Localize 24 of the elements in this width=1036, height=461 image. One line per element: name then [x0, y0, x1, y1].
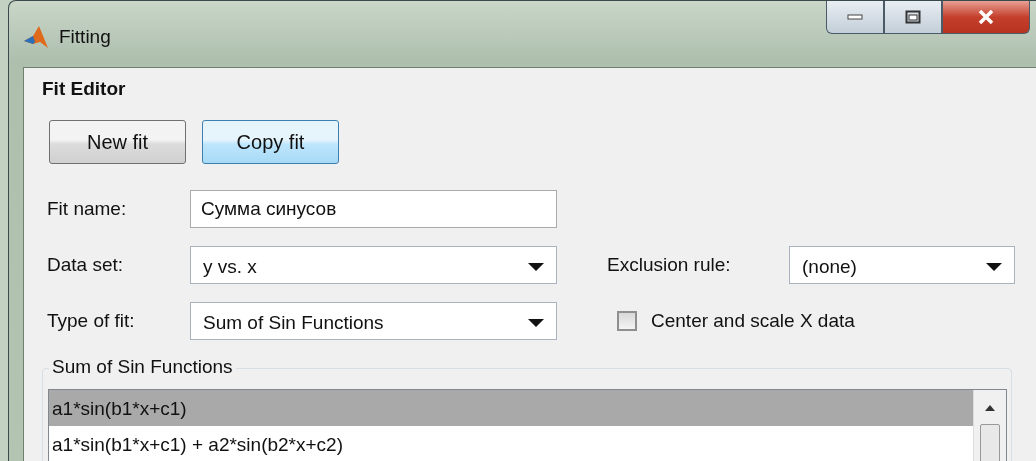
field-label: Type of fit:: [47, 310, 136, 332]
list-item[interactable]: a1*sin(b1*x+c1): [49, 390, 973, 426]
field-label: Exclusion rule:: [607, 254, 732, 276]
close-button[interactable]: [942, 1, 1030, 34]
data-set-dropdown[interactable]: y vs. x: [190, 246, 557, 284]
minimize-icon: [847, 13, 863, 21]
scroll-up-icon[interactable]: [984, 404, 996, 412]
panel-title: Fit Editor: [42, 78, 127, 100]
minimize-button[interactable]: [826, 1, 884, 34]
type-of-fit-dropdown[interactable]: Sum of Sin Functions: [190, 302, 557, 340]
close-icon: [977, 9, 995, 25]
checkbox[interactable]: [617, 311, 637, 331]
checkbox-label[interactable]: Center and scale X data: [651, 310, 855, 332]
fit-button[interactable]: New fit: [49, 120, 186, 164]
peak-logo-icon: [23, 24, 49, 50]
fit-button[interactable]: Copy fit: [202, 120, 339, 164]
list-item[interactable]: a1*sin(b1*x+c1) + a2*sin(b2*x+c2): [49, 426, 973, 461]
field-label: Fit name:: [47, 198, 128, 220]
exclusion-rule-dropdown[interactable]: (none): [789, 246, 1015, 284]
maximize-button[interactable]: [884, 1, 942, 34]
window-title: Fitting: [59, 26, 111, 48]
fit-name-field[interactable]: Сумма синусов: [190, 190, 557, 228]
maximize-icon: [905, 10, 921, 24]
field-label: Data set:: [47, 254, 125, 276]
